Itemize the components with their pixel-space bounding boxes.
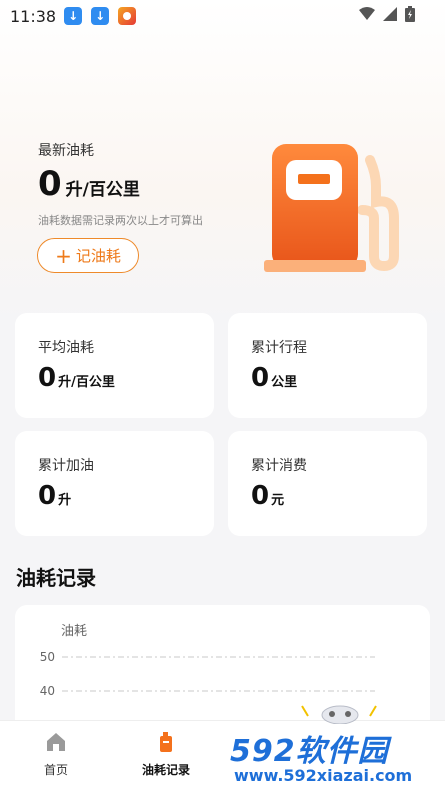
nav-label-home: 首页	[43, 763, 68, 777]
watermark-url: www.592xiazai.com	[234, 766, 413, 785]
stat-label: 累计行程	[251, 340, 307, 356]
home-icon	[47, 733, 65, 751]
watermark-brand: 592软件园	[230, 734, 389, 769]
nav-item-fuel-records[interactable]: 油耗记录	[126, 731, 206, 778]
stat-label: 累计加油	[38, 458, 94, 474]
stat-unit: 升	[58, 493, 72, 508]
chart-y-tick-label: 40	[40, 684, 55, 698]
nav-label-fuel-records: 油耗记录	[141, 763, 190, 777]
stat-number: 0	[38, 363, 57, 393]
signal-icon	[383, 7, 397, 21]
gamepad-icon	[301, 705, 377, 724]
chart-y-axis-label: 油耗	[61, 624, 87, 639]
latest-consumption-unit: 升/百公里	[65, 180, 140, 200]
download-notification-icon: ↓	[91, 7, 110, 25]
site-watermark: 592软件园 www.592xiazai.com	[224, 722, 445, 791]
stat-value: 0 元	[251, 481, 284, 511]
stat-unit: 公里	[271, 375, 298, 390]
status-bar: 11:38 ↓ ↓	[0, 0, 445, 32]
stat-number: 0	[251, 481, 270, 511]
app-notification-icon	[118, 7, 137, 25]
stat-label: 累计消费	[251, 458, 307, 474]
wifi-icon	[359, 7, 375, 20]
stat-value: 0 升/百公里	[38, 363, 115, 393]
stat-card-total-cost: 累计消费 0 元	[228, 431, 427, 536]
consumption-hint: 油耗数据需记录两次以上才可算出	[38, 214, 203, 227]
latest-consumption-label: 最新油耗	[38, 143, 94, 159]
fuel-can-icon	[160, 732, 172, 752]
battery-icon	[405, 6, 415, 22]
nav-item-home[interactable]: 首页	[16, 731, 96, 778]
status-indicators	[359, 6, 415, 22]
add-fuel-record-label: 记油耗	[75, 247, 121, 265]
stat-label: 平均油耗	[38, 340, 94, 356]
stat-card-average-consumption: 平均油耗 0 升/百公里	[15, 313, 214, 418]
latest-consumption-value: 0 升/百公里	[38, 164, 140, 204]
chart-y-tick-label: 50	[40, 650, 55, 664]
stat-number: 0	[38, 481, 57, 511]
stat-card-total-distance: 累计行程 0 公里	[228, 313, 427, 418]
stat-unit: 升/百公里	[58, 375, 115, 390]
stat-card-total-fuel: 累计加油 0 升	[15, 431, 214, 536]
plus-icon: +	[55, 243, 72, 268]
download-notification-icon: ↓	[64, 7, 83, 25]
stat-unit: 元	[271, 493, 285, 508]
latest-consumption-number: 0	[38, 164, 62, 204]
status-time: 11:38	[10, 6, 57, 26]
fuel-pump-icon	[264, 144, 399, 272]
add-fuel-record-button[interactable]: + 记油耗	[37, 238, 139, 273]
records-section-title: 油耗记录	[16, 566, 96, 590]
stat-value: 0 升	[38, 481, 71, 511]
stat-value: 0 公里	[251, 363, 297, 393]
stat-number: 0	[251, 363, 270, 393]
